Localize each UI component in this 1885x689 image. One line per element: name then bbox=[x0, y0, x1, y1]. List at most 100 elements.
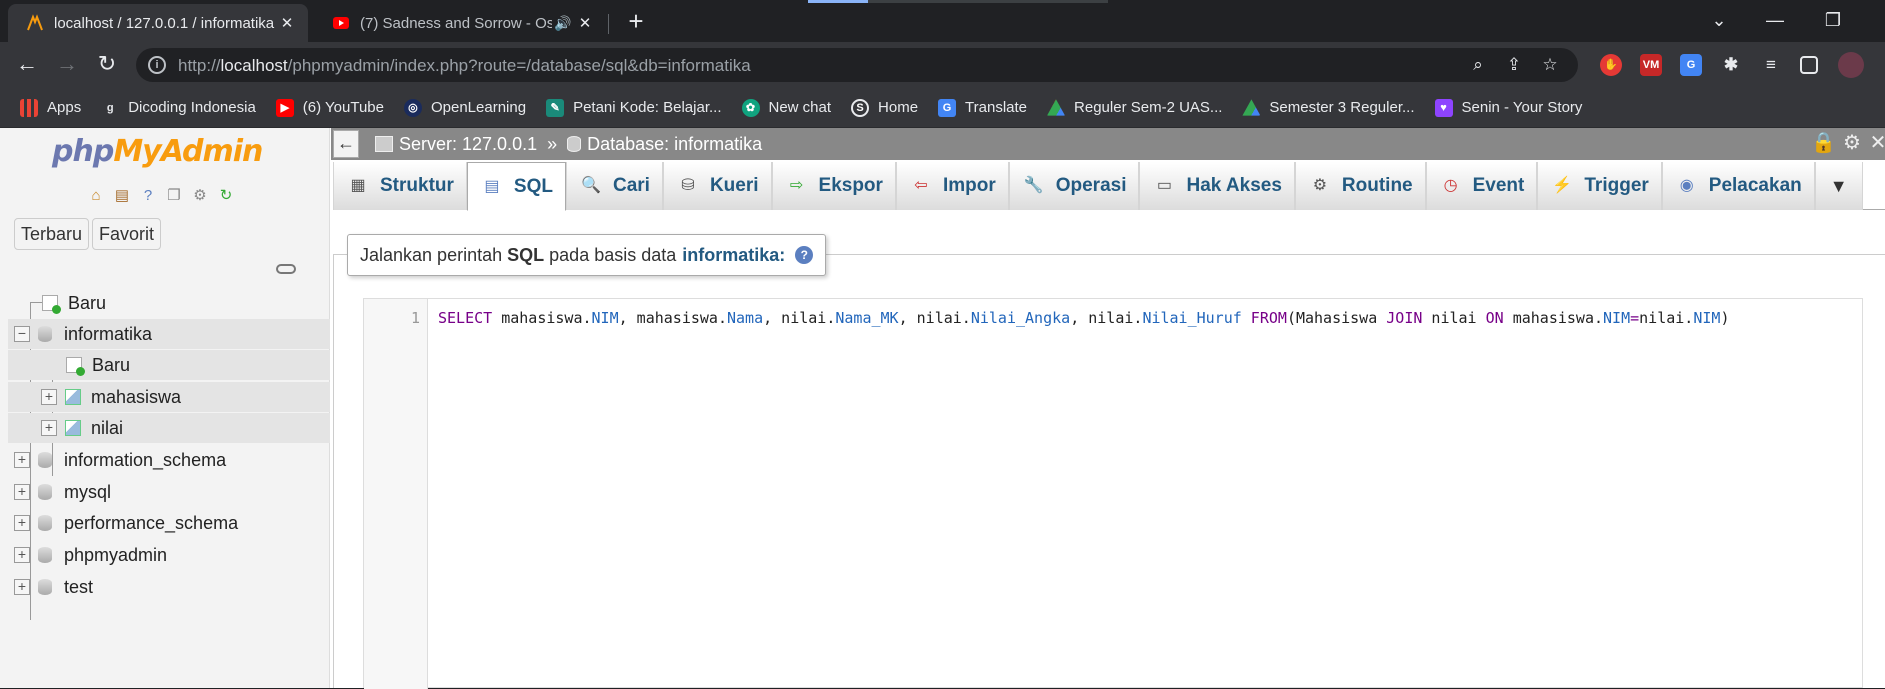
tab-pelacakan[interactable]: ◉ Pelacakan bbox=[1661, 162, 1815, 210]
bookmark-apps[interactable]: Apps bbox=[20, 98, 81, 117]
tab-cari[interactable]: 🔍 Cari bbox=[565, 162, 663, 210]
youtube-icon: ▶ bbox=[275, 98, 294, 117]
bookmark-translate[interactable]: G Translate bbox=[938, 98, 1027, 117]
tab-struktur[interactable]: ▦ Struktur bbox=[333, 162, 467, 210]
tab-operasi[interactable]: 🔧 Operasi bbox=[1008, 162, 1140, 210]
tab-routine[interactable]: ⚙ Routine bbox=[1294, 162, 1426, 210]
back-button[interactable]: ← bbox=[12, 50, 42, 80]
extensions-puzzle-icon[interactable]: ✱ bbox=[1720, 54, 1742, 76]
browser-tab-phpmyadmin[interactable]: localhost / 127.0.0.1 / informatika ✕ bbox=[8, 4, 308, 42]
tab-event[interactable]: ◷ Event bbox=[1425, 162, 1538, 210]
expand-icon[interactable]: + bbox=[14, 579, 30, 595]
bookmark-star-icon[interactable]: ☆ bbox=[1538, 54, 1562, 78]
stop-hand-extension-icon[interactable]: ✋ bbox=[1600, 54, 1622, 76]
lock-icon[interactable]: 🔒 bbox=[1811, 132, 1836, 154]
database-icon bbox=[38, 579, 52, 595]
close-icon[interactable]: ✕ bbox=[1867, 132, 1885, 154]
chevron-down-icon: ▼ bbox=[1829, 175, 1848, 196]
bookmark-senin-story[interactable]: ♥ Senin - Your Story bbox=[1434, 98, 1582, 117]
more-tabs-button[interactable]: ▼ bbox=[1814, 162, 1863, 210]
help-icon[interactable]: ? bbox=[138, 186, 158, 206]
tab-search-icon[interactable]: ⌄ bbox=[1696, 6, 1742, 36]
query-icon: ⛁ bbox=[681, 177, 695, 194]
editor-gutter: 1 bbox=[364, 299, 428, 689]
sql-query-text[interactable]: SELECT mahasiswa.NIM, mahasiswa.Nama, ni… bbox=[438, 309, 1729, 327]
tree-item-informatika[interactable]: − informatika bbox=[8, 319, 330, 349]
share-icon[interactable]: ⇪ bbox=[1502, 54, 1526, 78]
profile-avatar[interactable] bbox=[1838, 52, 1864, 78]
close-tab-icon[interactable]: ✕ bbox=[276, 14, 298, 32]
expand-icon[interactable]: + bbox=[14, 547, 30, 563]
site-info-icon[interactable]: i bbox=[148, 56, 166, 74]
restore-button[interactable]: ❐ bbox=[1810, 6, 1856, 36]
zoom-icon[interactable]: ⌕ bbox=[1466, 54, 1490, 78]
address-bar[interactable]: i http://localhost/phpmyadmin/index.php?… bbox=[136, 48, 1578, 82]
reload-nav-icon[interactable]: ↻ bbox=[216, 186, 236, 206]
breadcrumb-database[interactable]: Database: informatika bbox=[587, 134, 762, 155]
close-tab-icon[interactable]: ✕ bbox=[574, 14, 596, 32]
legend-database-link[interactable]: informatika: bbox=[682, 245, 785, 266]
phpmyadmin-logo[interactable]: phpMyAdmin bbox=[52, 134, 263, 169]
expand-icon[interactable]: + bbox=[41, 420, 57, 436]
browser-tab-youtube[interactable]: (7) Sadness and Sorrow - Ost 🔊 ✕ bbox=[314, 4, 606, 42]
docs-icon[interactable]: ❐ bbox=[164, 186, 184, 206]
expand-icon[interactable]: + bbox=[41, 389, 57, 405]
tab-impor[interactable]: ⇦ Impor bbox=[895, 162, 1009, 210]
tree-item-mahasiswa[interactable]: + mahasiswa bbox=[8, 382, 330, 412]
url-text[interactable]: http://localhost/phpmyadmin/index.php?ro… bbox=[178, 56, 751, 76]
settings-gear-icon[interactable]: ⚙ bbox=[1841, 132, 1863, 154]
phpmyadmin-icon bbox=[27, 14, 43, 31]
tree-item-phpmyadmin[interactable]: + phpmyadmin bbox=[14, 540, 167, 570]
translate-extension-icon[interactable]: G bbox=[1680, 54, 1702, 76]
sql-query-editor[interactable]: 1 SELECT mahasiswa.NIM, mahasiswa.Nama, … bbox=[363, 298, 1863, 689]
bookmark-dicoding[interactable]: g Dicoding Indonesia bbox=[101, 99, 256, 117]
recent-button[interactable]: Terbaru bbox=[14, 218, 90, 250]
audio-playing-icon[interactable]: 🔊 bbox=[552, 15, 574, 32]
tree-item-test[interactable]: + test bbox=[14, 572, 93, 602]
tree-item-performance-schema[interactable]: + performance_schema bbox=[14, 508, 238, 538]
bookmark-petani-kode[interactable]: ✎ Petani Kode: Belajar... bbox=[546, 98, 722, 117]
clock-icon: ◷ bbox=[1443, 177, 1458, 194]
home-s-icon: S bbox=[851, 98, 870, 117]
wrench-icon: 🔧 bbox=[1023, 177, 1044, 194]
collapse-nav-icon[interactable]: ← bbox=[333, 130, 359, 158]
expand-icon[interactable]: + bbox=[14, 515, 30, 531]
bookmark-openlearning[interactable]: ◎ OpenLearning bbox=[403, 98, 526, 117]
expand-icon[interactable]: + bbox=[14, 484, 30, 500]
tree-item-nilai[interactable]: + nilai bbox=[8, 413, 330, 443]
logout-icon[interactable]: ▤ bbox=[112, 186, 132, 206]
side-panel-icon[interactable] bbox=[1800, 56, 1818, 74]
tree-item-mysql[interactable]: + mysql bbox=[14, 477, 111, 507]
bookmark-home[interactable]: S Home bbox=[851, 98, 918, 117]
bookmark-youtube[interactable]: ▶ (6) YouTube bbox=[275, 98, 384, 117]
new-tab-button[interactable]: + bbox=[620, 6, 652, 38]
bookmark-semester3[interactable]: Semester 3 Reguler... bbox=[1242, 99, 1415, 117]
reload-button[interactable]: ↻ bbox=[92, 50, 122, 80]
home-icon[interactable]: ⌂ bbox=[86, 186, 106, 206]
minimize-button[interactable]: — bbox=[1752, 6, 1798, 36]
vm-extension-icon[interactable]: VM bbox=[1640, 54, 1662, 76]
tab-ekspor[interactable]: ⇨ Ekspor bbox=[771, 162, 896, 210]
import-icon: ⇦ bbox=[914, 177, 928, 194]
tab-hak-akses[interactable]: ▭ Hak Akses bbox=[1139, 162, 1295, 210]
tab-kueri[interactable]: ⛁ Kueri bbox=[662, 162, 772, 210]
google-drive-icon bbox=[1242, 99, 1261, 116]
bookmark-reguler-sem2[interactable]: Reguler Sem-2 UAS... bbox=[1047, 99, 1222, 117]
breadcrumb-separator: » bbox=[547, 133, 558, 154]
settings-icon[interactable]: ⚙ bbox=[190, 186, 210, 206]
favorite-button[interactable]: Favorit bbox=[92, 218, 162, 250]
help-icon[interactable]: ? bbox=[795, 246, 814, 264]
eye-icon: ◉ bbox=[1679, 177, 1694, 194]
tree-item-new-table[interactable]: Baru bbox=[8, 350, 330, 380]
link-with-main-icon[interactable] bbox=[276, 264, 296, 274]
tab-trigger[interactable]: ⚡ Trigger bbox=[1537, 162, 1662, 210]
tree-item-information-schema[interactable]: + information_schema bbox=[14, 445, 226, 475]
collapse-icon[interactable]: − bbox=[14, 326, 30, 342]
tree-item-new-db[interactable]: Baru bbox=[20, 288, 106, 318]
tab-sql[interactable]: ▤ SQL bbox=[466, 162, 566, 211]
bookmark-new-chat[interactable]: ✿ New chat bbox=[741, 98, 831, 117]
breadcrumb-server[interactable]: Server: 127.0.0.1 bbox=[399, 134, 537, 155]
media-control-icon[interactable]: ≡ bbox=[1760, 54, 1782, 76]
forward-button[interactable]: → bbox=[52, 50, 82, 80]
expand-icon[interactable]: + bbox=[14, 452, 30, 468]
